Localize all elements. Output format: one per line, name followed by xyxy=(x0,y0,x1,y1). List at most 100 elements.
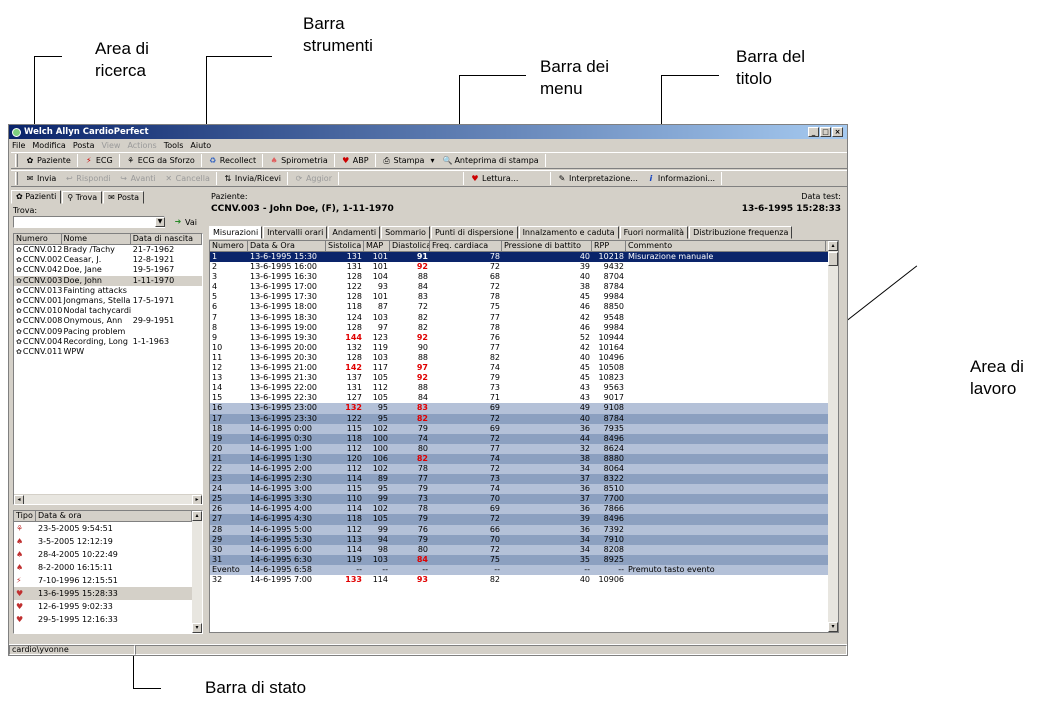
table-row[interactable]: 19 14-6-1995 0:30 118 100 74 72 44 8496 xyxy=(210,433,838,444)
recollect-button[interactable]: ♻ Recollect xyxy=(204,154,260,168)
close-button[interactable]: × xyxy=(832,127,843,137)
table-row[interactable]: 4 13-6-1995 17:00 122 93 84 72 38 8784 xyxy=(210,282,838,293)
scroll-down-button[interactable]: ▾ xyxy=(828,622,838,632)
tab-sommario[interactable]: Sommario xyxy=(381,226,430,239)
menu-actions[interactable]: Actions xyxy=(127,141,156,150)
column-header-map[interactable]: MAP xyxy=(364,241,390,251)
minimize-button[interactable]: _ xyxy=(808,127,819,137)
menu-posta[interactable]: Posta xyxy=(73,141,95,150)
column-header-rpp[interactable]: RPP xyxy=(592,241,626,251)
table-row[interactable]: 27 14-6-1995 4:30 118 105 79 72 39 8496 xyxy=(210,514,838,525)
table-row[interactable]: 29 14-6-1995 5:30 113 94 79 70 34 7910 xyxy=(210,534,838,545)
menu-tools[interactable]: Tools xyxy=(164,141,184,150)
patient-row[interactable]: ✿CCNV.011 WPW xyxy=(14,347,202,357)
exam-row[interactable]: ⚡ 7-10-1996 12:15:51 xyxy=(14,574,202,587)
column-header-nome[interactable]: Nome xyxy=(62,234,131,244)
table-row[interactable]: 32 14-6-1995 7:00 133 114 93 82 40 10906 xyxy=(210,575,838,585)
table-row[interactable]: 20 14-6-1995 1:00 112 100 80 77 32 8624 xyxy=(210,443,838,454)
exam-row[interactable]: ♠ 8-2-2000 16:15:11 xyxy=(14,561,202,574)
tab-posta[interactable]: ✉ Posta xyxy=(103,191,145,204)
tab-fuori-normalit-[interactable]: Fuori normalità xyxy=(619,226,689,239)
scroll-up-button[interactable]: ▴ xyxy=(192,511,202,521)
tab-distribuzione-frequenza[interactable]: Distribuzione frequenza xyxy=(689,226,793,239)
tab-intervalli-orari[interactable]: Intervalli orari xyxy=(263,226,328,239)
table-row[interactable]: 24 14-6-1995 3:00 115 95 79 74 36 8510 xyxy=(210,484,838,495)
chevron-down-icon[interactable]: ▾ xyxy=(430,156,434,165)
scroll-thumb[interactable] xyxy=(828,252,838,266)
table-row[interactable]: 17 13-6-1995 23:30 122 95 82 72 40 8784 xyxy=(210,413,838,424)
stampa-button[interactable]: ⎙ Stampa ▾ xyxy=(378,154,439,168)
table-row[interactable]: 11 13-6-1995 20:30 128 103 88 82 40 10496 xyxy=(210,353,838,363)
vertical-scrollbar[interactable]: ▴ ▾ xyxy=(192,511,202,633)
tab-punti-di-dispersione[interactable]: Punti di dispersione xyxy=(430,226,518,239)
column-header-pressione-battito[interactable]: Pressione di battito xyxy=(502,241,592,251)
invia-button[interactable]: ✉ Invia xyxy=(21,172,60,186)
patient-row[interactable]: ✿CCNV.004 Recording, Long 1-1-1963 xyxy=(14,337,202,347)
column-header-numero[interactable]: Numero xyxy=(210,241,248,251)
menu-modifica[interactable]: Modifica xyxy=(32,141,65,150)
rispondi-button[interactable]: ↩ Rispondi xyxy=(60,172,114,186)
table-row[interactable]: 23 14-6-1995 2:30 114 89 77 73 37 8322 xyxy=(210,474,838,485)
table-row[interactable]: 8 13-6-1995 19:00 128 97 82 78 46 9984 xyxy=(210,322,838,333)
table-row[interactable]: 7 13-6-1995 18:30 124 103 82 77 42 9548 xyxy=(210,313,838,323)
patient-row[interactable]: ✿CCNV.010 Nodal tachycardia xyxy=(14,306,202,316)
table-row[interactable]: 30 14-6-1995 6:00 114 98 80 72 34 8208 xyxy=(210,544,838,555)
patient-row[interactable]: ✿CCNV.003 Doe, John 1-11-1970 xyxy=(14,275,202,286)
exam-row[interactable]: ♥ 29-5-1995 12:16:33 xyxy=(14,613,202,626)
exam-row[interactable]: ♥ 13-6-1995 15:28:33 xyxy=(14,587,202,600)
lettura-button[interactable]: ♥ Lettura... xyxy=(466,172,548,186)
ecg-button[interactable]: ⚡ ECG xyxy=(80,154,117,168)
patient-row[interactable]: ✿CCNV.013 Fainting attacks xyxy=(14,286,202,296)
table-row[interactable]: 13 13-6-1995 21:30 137 105 92 79 45 10823 xyxy=(210,373,838,383)
tab-innalzamento-e-caduta[interactable]: Innalzamento e caduta xyxy=(518,226,619,239)
informazioni-button[interactable]: i Informazioni... xyxy=(642,172,719,186)
table-row[interactable]: 3 13-6-1995 16:30 128 104 88 68 40 8704 xyxy=(210,272,838,282)
table-row[interactable]: 9 13-6-1995 19:30 144 123 92 76 52 10944 xyxy=(210,333,838,343)
scroll-left-button[interactable]: ◂ xyxy=(14,495,24,504)
column-header-diastolica[interactable]: Diastolica xyxy=(390,241,430,251)
vai-button[interactable]: ➜ Vai xyxy=(169,215,201,229)
search-dropdown-button[interactable]: ▼ xyxy=(155,217,165,227)
menu-file[interactable]: File xyxy=(12,141,25,150)
menu-aiuto[interactable]: Aiuto xyxy=(190,141,211,150)
table-row[interactable]: 12 13-6-1995 21:00 142 117 97 74 45 10508 xyxy=(210,363,838,374)
ecg-sforzo-button[interactable]: ⚘ ECG da Sforzo xyxy=(122,154,199,168)
tab-pazienti[interactable]: ✿ Pazienti xyxy=(11,190,62,204)
patient-row[interactable]: ✿CCNV.012 Brady /Tachy 21-7-1962 xyxy=(14,245,202,255)
tab-trova[interactable]: ⚲ Trova xyxy=(62,191,103,204)
exam-row[interactable]: ♥ 12-6-1995 9:02:33 xyxy=(14,600,202,613)
table-row[interactable]: 22 14-6-1995 2:00 112 102 78 72 34 8064 xyxy=(210,463,838,475)
exam-row[interactable]: ♠ 28-4-2005 10:22:49 xyxy=(14,548,202,561)
scroll-down-button[interactable]: ▾ xyxy=(192,623,202,633)
column-header-sistolica[interactable]: Sistolica xyxy=(326,241,364,251)
table-row[interactable]: 31 14-6-1995 6:30 119 103 84 75 35 8925 xyxy=(210,554,838,565)
scroll-right-button[interactable]: ▸ xyxy=(192,495,202,504)
interpretazione-button[interactable]: ✎ Interpretazione... xyxy=(553,172,642,186)
table-row[interactable]: 26 14-6-1995 4:00 114 102 78 69 36 7866 xyxy=(210,504,838,515)
anteprima-button[interactable]: 🔍 Anteprima di stampa xyxy=(438,154,542,168)
search-input[interactable] xyxy=(13,216,165,228)
maximize-button[interactable]: □ xyxy=(820,127,831,137)
table-row[interactable]: 2 13-6-1995 16:00 131 101 92 72 39 9432 xyxy=(210,262,838,273)
table-row[interactable]: 25 14-6-1995 3:30 110 99 73 70 37 7700 xyxy=(210,494,838,505)
column-header-data-nascita[interactable]: Data di nascita xyxy=(131,234,202,244)
paziente-button[interactable]: ✿ Paziente xyxy=(21,154,75,168)
table-row[interactable]: 18 14-6-1995 0:00 115 102 79 69 36 7935 xyxy=(210,423,838,434)
patient-row[interactable]: ✿CCNV.042 Doe, Jane 19-5-1967 xyxy=(14,265,202,275)
table-row[interactable]: 15 13-6-1995 22:30 127 105 84 71 43 9017 xyxy=(210,393,838,403)
abp-button[interactable]: ♥ ABP xyxy=(337,154,373,168)
table-row[interactable]: 14 13-6-1995 22:00 131 112 88 73 43 9563 xyxy=(210,383,838,394)
horizontal-scrollbar[interactable]: ◂ ▸ xyxy=(14,494,202,504)
column-header-numero[interactable]: Numero xyxy=(14,234,62,244)
scroll-up-button[interactable]: ▴ xyxy=(828,241,838,251)
table-row[interactable]: 28 14-6-1995 5:00 112 99 76 66 36 7392 xyxy=(210,524,838,535)
exam-row[interactable]: ⚘ 23-5-2005 9:54:51 xyxy=(14,522,202,535)
patient-row[interactable]: ✿CCNV.009 Pacing problem xyxy=(14,327,202,337)
column-header-data-ora[interactable]: Data & Ora xyxy=(248,241,326,251)
table-row[interactable]: 5 13-6-1995 17:30 128 101 83 78 45 9984 xyxy=(210,292,838,302)
column-header-data-ora[interactable]: Data & ora xyxy=(36,511,192,521)
invia-ricevi-button[interactable]: ⇅ Invia/Ricevi xyxy=(219,172,285,186)
table-row[interactable]: 21 14-6-1995 1:30 120 106 82 74 38 8880 xyxy=(210,453,838,464)
cancella-button[interactable]: ✕ Cancella xyxy=(160,172,214,186)
column-header-freq-cardiaca[interactable]: Freq. cardiaca xyxy=(430,241,502,251)
